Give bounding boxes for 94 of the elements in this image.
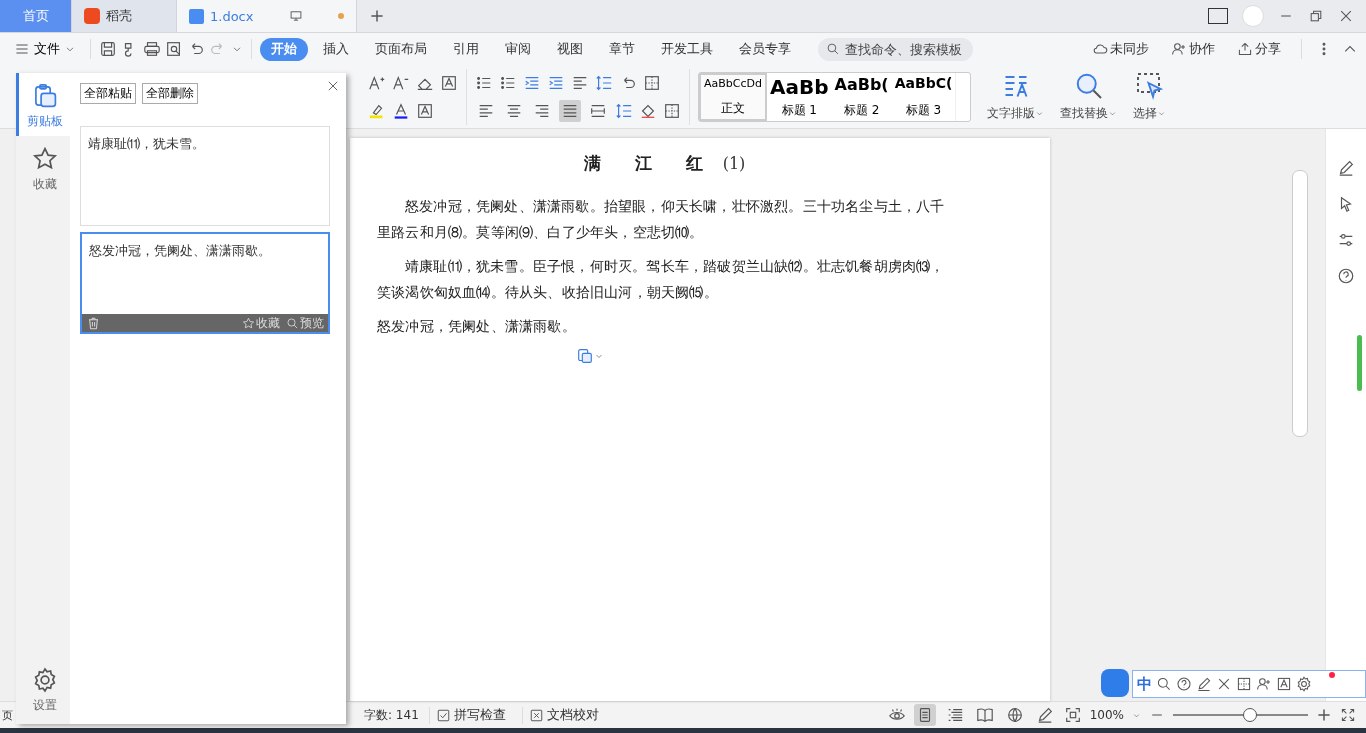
tab[interactable]: 稻壳 (72, 0, 177, 32)
settings-icon[interactable] (1296, 676, 1312, 692)
fullscreen-icon[interactable] (1340, 707, 1356, 723)
paste-options-icon[interactable] (576, 347, 594, 365)
input-mode-toggle[interactable]: 中 (1137, 674, 1152, 694)
menu-icon (14, 41, 30, 57)
find-replace-button[interactable]: 查找替换 (1052, 71, 1126, 122)
ribbon-tab[interactable]: 视图 (546, 37, 594, 61)
close-icon[interactable] (1338, 8, 1354, 24)
settings-button[interactable]: 设置 (16, 657, 70, 724)
paragraph: 怒发冲冠，凭阑处、潇潇雨歇。抬望眼，仰天长啸，壮怀激烈。三十功名尘与土，八千里路云和月⑻。莫等闲⑼、白了少年头，空悲切⑽。 (377, 197, 946, 242)
user-icon[interactable] (1256, 676, 1272, 692)
clip-text: 靖康耻⑾，犹未雪。 (87, 135, 206, 153)
search-icon (826, 42, 840, 56)
clip-text: 怒发冲冠，凭阑处、潇潇雨歇。 (88, 242, 272, 260)
caret-icon (1157, 109, 1167, 118)
view-icon (975, 706, 994, 724)
paste-all-button[interactable]: 全部粘贴 (80, 83, 136, 104)
clipboard-item[interactable]: 靖康耻⑾，犹未雪。 (80, 126, 330, 226)
grow-font-icon[interactable] (368, 73, 386, 92)
help-icon[interactable] (1337, 267, 1355, 285)
panel-nav-item[interactable]: 剪贴板 (16, 73, 70, 136)
star-icon (31, 146, 58, 172)
style-preset[interactable]: AaBb 标题 1 (767, 72, 832, 121)
poem-title: 满 江 红 (583, 152, 703, 175)
shrink-font-icon[interactable] (392, 73, 410, 92)
scroll-indicator (1357, 335, 1362, 391)
character-border-icon[interactable] (416, 101, 434, 120)
clipboard-item[interactable]: 怒发冲冠，凭阑处、潇潇雨歇。 收藏 预览 (80, 232, 330, 334)
fit-page-icon[interactable] (1063, 706, 1082, 724)
zoom-in-icon[interactable] (1316, 707, 1332, 723)
ribbon-tab[interactable]: 章节 (598, 37, 646, 61)
slider-thumb[interactable] (1242, 708, 1257, 722)
font-color-icon[interactable] (392, 101, 410, 120)
document-icon (189, 8, 204, 24)
spell-check-button[interactable]: 拼写检查 (428, 706, 512, 724)
delete-all-button[interactable]: 全部删除 (142, 83, 198, 104)
sync-status[interactable]: 未同步 (1086, 39, 1155, 59)
ribbon-tab[interactable]: 会员专享 (728, 37, 802, 61)
pen-icon[interactable] (1337, 159, 1355, 177)
view-mode-button[interactable] (913, 704, 936, 726)
style-preset[interactable]: AaBbCcDd 正文 (699, 72, 767, 121)
tab[interactable]: 1.docx (177, 0, 357, 32)
document-proofread-button[interactable]: 文档校对 (521, 706, 605, 724)
style-preset[interactable]: AaBb( 标题 2 (831, 72, 892, 121)
star-icon (242, 316, 255, 330)
favorite-button[interactable]: 收藏 (242, 314, 280, 332)
new-tab-icon[interactable] (369, 8, 385, 24)
sort-icon[interactable] (595, 73, 613, 92)
collaborate-button[interactable]: 协作 (1165, 39, 1221, 59)
close-icon[interactable] (326, 79, 340, 93)
ribbon-tab[interactable]: 页面布局 (364, 37, 438, 61)
file-menu[interactable]: 文件 (8, 40, 82, 58)
panel-nav-item[interactable]: 收藏 (16, 136, 70, 199)
footnote-mark: (1) (722, 154, 746, 173)
text-layout-button[interactable]: 文字排版 (979, 71, 1053, 122)
ribbon-tab[interactable]: 开发工具 (650, 37, 724, 61)
preview-button[interactable]: 预览 (286, 314, 324, 332)
word-count[interactable]: 字数: 141 (364, 706, 419, 724)
search-icon (286, 316, 299, 330)
ribbon-tab[interactable]: 审阅 (494, 37, 542, 61)
scrollbar[interactable] (1292, 170, 1308, 437)
window-count-icon[interactable] (1208, 8, 1228, 24)
input-method-logo-icon[interactable] (1101, 669, 1129, 697)
app-logo-icon (84, 8, 100, 24)
monitor-icon[interactable] (288, 9, 303, 23)
ribbon-tab[interactable]: 插入 (312, 37, 360, 61)
paragraph: 怒发冲冠，凭阑处、潇潇雨歇。 (377, 317, 577, 336)
restore-icon[interactable] (1308, 8, 1324, 24)
line-spacing-icon[interactable] (615, 101, 633, 120)
page-indicator: 页 (2, 707, 14, 723)
save-icon[interactable] (99, 40, 117, 58)
select-button[interactable]: 选择 (1125, 71, 1175, 122)
zoom-level[interactable]: 100% (1089, 708, 1124, 722)
ribbon-tab[interactable]: 引用 (442, 37, 490, 61)
view-icon (1005, 706, 1024, 724)
check-icon (435, 707, 451, 723)
paragraph: 靖康耻⑾，犹未雪。臣子恨，何时灭。驾长车，踏破贺兰山缺⑿。壮志饥餐胡虏肉⒀，笑谈渴饮匈奴血⒁。待从头、收拾旧山河，朝天阙⒂。 (377, 257, 946, 302)
unsaved-dot (338, 13, 344, 19)
print-preview-icon[interactable] (165, 40, 183, 58)
border-icon[interactable] (663, 101, 681, 120)
print-icon[interactable] (143, 40, 161, 58)
sliders-icon[interactable] (1337, 231, 1355, 249)
align-button[interactable] (559, 99, 581, 122)
style-preset[interactable]: AaBbC( 标题 3 (891, 72, 956, 121)
share-button[interactable]: 分享 (1231, 39, 1287, 59)
trash-icon[interactable] (86, 315, 101, 331)
search-field[interactable]: 查找命令、搜索模板 (818, 37, 973, 61)
table-icon[interactable] (643, 73, 661, 92)
caret-icon (1108, 109, 1118, 118)
caret-icon (1035, 109, 1045, 118)
notification-dot (1329, 672, 1335, 678)
check-icon (528, 707, 544, 723)
handwriting-icon[interactable] (1196, 676, 1212, 692)
